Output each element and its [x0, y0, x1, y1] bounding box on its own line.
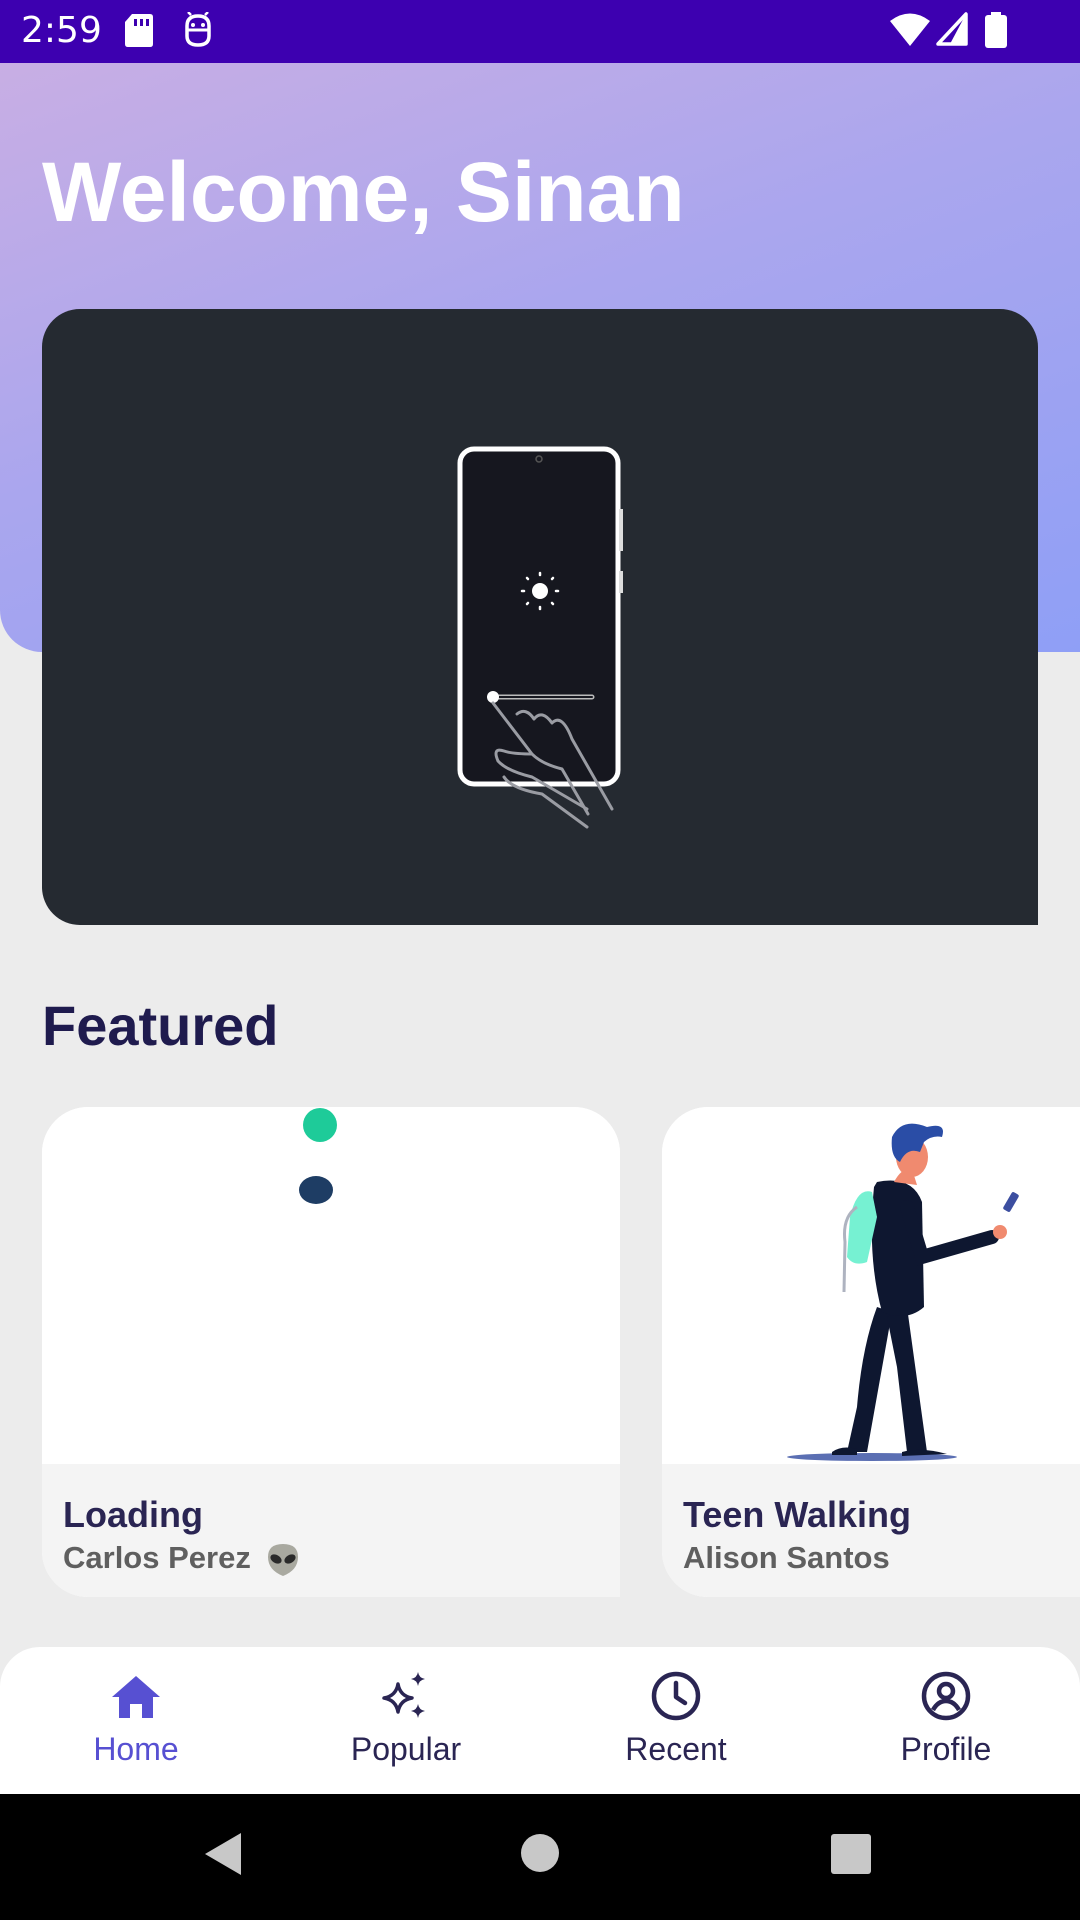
- card-author: Carlos Perez: [63, 1540, 301, 1578]
- teen-walking-illustration: [787, 1123, 1019, 1461]
- profile-icon: [921, 1671, 971, 1721]
- card-title: Teen Walking: [683, 1494, 912, 1535]
- card-author: Alison Santos: [683, 1540, 890, 1575]
- nav-label-home: Home: [93, 1731, 179, 1767]
- sparkles-icon: [382, 1672, 425, 1718]
- nav-item-recent[interactable]: Recent: [541, 1647, 811, 1794]
- alien-emoji-icon: [268, 1543, 299, 1576]
- status-time: 2:59: [21, 10, 102, 51]
- nav-label-profile: Profile: [900, 1731, 992, 1767]
- status-bar: 2:59: [0, 0, 1080, 63]
- featured-card-teen-walking[interactable]: Teen Walking Alison Santos: [662, 1107, 1080, 1597]
- featured-heading: Featured: [42, 994, 279, 1057]
- nav-item-profile[interactable]: Profile: [811, 1647, 1080, 1794]
- wifi-icon: [890, 13, 930, 46]
- card-footer: Loading Carlos Perez: [42, 1464, 620, 1597]
- phone-brightness-swipe-illustration: [457, 446, 623, 829]
- card-image: [662, 1107, 1080, 1464]
- card-author-name: Carlos Perez: [63, 1540, 251, 1575]
- recents-button[interactable]: [831, 1834, 871, 1874]
- hero-animation-card[interactable]: [42, 309, 1038, 925]
- nav-item-home[interactable]: Home: [1, 1647, 271, 1794]
- welcome-heading: Welcome, Sinan: [42, 145, 685, 239]
- card-title: Loading: [63, 1494, 203, 1535]
- sd-card-icon: [125, 14, 153, 47]
- android-debug-icon: [185, 12, 211, 47]
- cell-signal-icon: [936, 12, 968, 46]
- nav-label-popular: Popular: [350, 1731, 462, 1767]
- nav-label-recent: Recent: [625, 1731, 727, 1767]
- back-button[interactable]: [203, 1831, 243, 1877]
- card-image: [42, 1107, 620, 1464]
- clock-icon: [651, 1671, 701, 1721]
- home-button[interactable]: [520, 1833, 560, 1873]
- system-navigation-bar: [0, 1794, 1080, 1920]
- nav-item-popular[interactable]: Popular: [271, 1647, 541, 1794]
- card-footer: Teen Walking Alison Santos: [662, 1464, 1080, 1597]
- loading-dots-animation: [299, 1108, 337, 1204]
- bottom-navigation: Home Popular Recent Profile: [0, 1647, 1080, 1794]
- home-icon: [112, 1676, 160, 1718]
- battery-icon: [985, 12, 1007, 48]
- featured-card-loading[interactable]: Loading Carlos Perez: [42, 1107, 620, 1597]
